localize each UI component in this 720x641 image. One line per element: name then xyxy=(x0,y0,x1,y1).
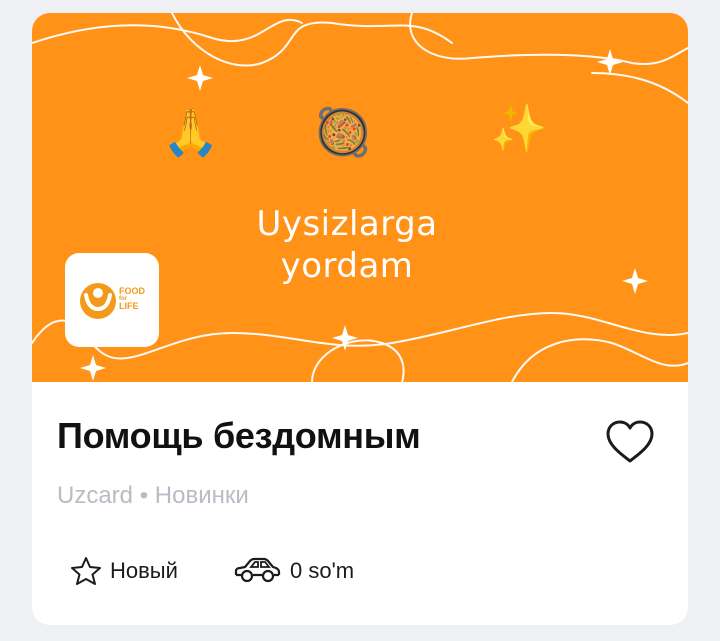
logo-text-line1: FOOD xyxy=(119,286,145,296)
food-for-life-logo: FOOD for LIFE xyxy=(65,253,159,347)
card-banner: 🙏 🥘 ✨ Uysizlarga yordam FOOD for LIFE xyxy=(32,13,688,382)
price-info: 0 so'm xyxy=(232,556,354,586)
status-label: Новый xyxy=(110,558,178,583)
car-icon xyxy=(234,557,281,583)
banner-title-line2: yordam xyxy=(280,246,414,286)
charity-card[interactable]: 🙏 🥘 ✨ Uysizlarga yordam FOOD for LIFE По… xyxy=(32,13,688,625)
banner-title: Uysizlarga yordam xyxy=(212,203,482,287)
heart-outline-icon[interactable] xyxy=(604,418,656,466)
logo-text: FOOD for LIFE xyxy=(119,287,145,311)
banner-title-line1: Uysizlarga xyxy=(256,204,438,244)
card-subtitle: Uzcard • Новинки xyxy=(57,482,249,509)
star-outline-icon xyxy=(71,557,101,585)
sparkles-icon: ✨ xyxy=(490,101,548,155)
price-label: 0 so'm xyxy=(290,558,355,583)
praying-hands-icon: 🙏 xyxy=(162,105,220,159)
paella-dish-icon: 🥘 xyxy=(314,105,372,159)
logo-text-line3: LIFE xyxy=(119,301,139,311)
card-title: Помощь бездомным xyxy=(57,415,421,456)
logo-mark-icon xyxy=(80,283,116,319)
status-badge: Новый xyxy=(70,556,178,586)
